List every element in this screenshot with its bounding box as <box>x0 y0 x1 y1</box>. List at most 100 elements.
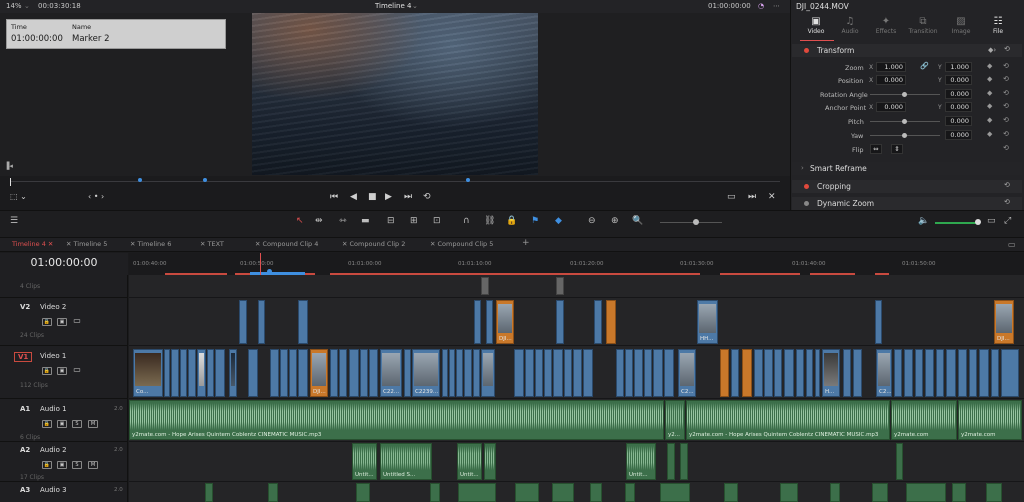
prev-edit-icon[interactable]: ⏭ <box>748 192 756 202</box>
video-clip[interactable] <box>815 349 820 397</box>
reset-icon[interactable]: ⟲ <box>1003 62 1009 70</box>
audio-clip[interactable] <box>830 483 840 502</box>
keyframe-icon[interactable]: ◆ <box>987 116 992 124</box>
video-clip[interactable] <box>653 349 663 397</box>
flip-vertical-icon[interactable]: ⇕ <box>891 144 903 154</box>
link-icon[interactable]: 🔗 <box>920 62 929 70</box>
lock-track-icon[interactable]: 🔒 <box>42 318 52 326</box>
video-clip[interactable] <box>369 349 378 397</box>
video-clip[interactable] <box>239 300 247 344</box>
video-clip[interactable] <box>1001 349 1019 397</box>
video-clip[interactable] <box>731 349 739 397</box>
lock-track-icon[interactable]: 🔒 <box>42 367 52 375</box>
auto-select-icon[interactable]: ▣ <box>57 318 67 326</box>
video-clip[interactable] <box>207 349 214 397</box>
a3-track-id[interactable]: A3 <box>20 486 30 494</box>
add-tab-button[interactable]: + <box>522 238 530 248</box>
position-x-field[interactable]: 0.000 <box>876 75 906 85</box>
dynamic-zoom-section-header[interactable]: Dynamic Zoom ⟲ <box>792 197 1022 210</box>
lock-track-icon[interactable]: 🔒 <box>42 461 52 469</box>
video-clip[interactable] <box>180 349 187 397</box>
video-clip[interactable] <box>544 349 552 397</box>
timeline-zoom-slider[interactable] <box>660 222 722 223</box>
dynamic-trim-icon[interactable]: ⇿ <box>339 216 347 226</box>
tab-compound-clip-5[interactable]: ✕ Compound Clip 5 <box>430 240 493 248</box>
video-clip[interactable] <box>456 349 463 397</box>
audio-clip[interactable] <box>780 483 798 502</box>
video-clip[interactable] <box>806 349 813 397</box>
video-clip[interactable] <box>564 349 572 397</box>
tab-transition[interactable]: ⧉ Transition <box>905 16 941 35</box>
video-clip[interactable] <box>248 349 258 397</box>
audio-clip[interactable] <box>430 483 440 502</box>
reset-icon[interactable]: ⟲ <box>1004 45 1010 53</box>
blade-tool-icon[interactable]: ▬ <box>361 216 370 226</box>
audio-clip[interactable]: Untit... <box>352 443 377 480</box>
video-clip[interactable] <box>474 300 481 344</box>
audio-clip[interactable] <box>590 483 602 502</box>
scrub-marker[interactable] <box>138 178 142 182</box>
rotation-field[interactable]: 0.000 <box>945 89 972 99</box>
enable-dot-icon[interactable] <box>804 184 809 189</box>
timeline-timecode[interactable]: 01:00:00:00 <box>0 256 128 269</box>
audio-meter-icon[interactable]: ▭ <box>987 216 996 226</box>
video-clip[interactable] <box>796 349 804 397</box>
play-icon[interactable]: ▶ <box>385 192 392 202</box>
yaw-slider-knob[interactable] <box>902 133 907 138</box>
v1-track-id[interactable]: V1 <box>14 352 33 362</box>
video-clip[interactable] <box>936 349 944 397</box>
video-clip[interactable] <box>330 349 338 397</box>
video-clip[interactable] <box>442 349 448 397</box>
video-clip[interactable] <box>215 349 225 397</box>
zoom-dropdown-icon[interactable]: ⌄ <box>24 2 30 10</box>
video-clip[interactable] <box>664 349 674 397</box>
keyframe-nav-icon[interactable]: ◆› <box>988 46 996 54</box>
zoom-level[interactable]: 14% <box>6 2 22 10</box>
video-clip[interactable] <box>915 349 923 397</box>
video-clip[interactable] <box>754 349 763 397</box>
video-clip[interactable]: DJI... <box>994 300 1014 344</box>
reset-icon[interactable]: ⟲ <box>1003 144 1009 152</box>
scrubber-track[interactable] <box>10 181 780 182</box>
reset-icon[interactable]: ⟲ <box>1004 181 1010 189</box>
video-clip[interactable] <box>843 349 851 397</box>
video-clip[interactable] <box>298 349 308 397</box>
chevron-right-icon[interactable]: › <box>801 164 804 172</box>
keyframe-icon[interactable]: ◆ <box>987 75 992 83</box>
match-frame-icon[interactable]: ▭ <box>727 192 736 202</box>
video-clip[interactable] <box>904 349 913 397</box>
go-to-start-icon[interactable]: ⏮ <box>330 192 338 202</box>
yaw-field[interactable]: 0.000 <box>945 130 972 140</box>
smart-reframe-section-header[interactable]: › Smart Reframe <box>792 162 1022 175</box>
tab-file[interactable]: ☷ File <box>980 16 1016 35</box>
disable-video-icon[interactable]: ▭ <box>72 366 82 375</box>
video-clip[interactable]: H... <box>822 349 840 397</box>
auto-select-icon[interactable]: ▣ <box>57 420 67 428</box>
keyframe-icon[interactable]: ◆ <box>987 130 992 138</box>
zoom-custom-icon[interactable]: 🔍 <box>632 216 643 226</box>
video-clip[interactable] <box>784 349 794 397</box>
video-clip[interactable] <box>556 277 564 295</box>
viewer-mode-icon[interactable]: ⬚ ⌄ <box>10 192 27 201</box>
video-clip[interactable] <box>594 300 602 344</box>
audio-clip[interactable] <box>484 443 496 480</box>
video-clip[interactable] <box>339 349 347 397</box>
position-y-field[interactable]: 0.000 <box>945 75 972 85</box>
video-clip[interactable] <box>606 300 616 344</box>
video-clip[interactable] <box>764 349 773 397</box>
audio-clip[interactable]: y2mate.com - Hope Arises Quintem Coblent… <box>686 400 890 440</box>
keyframe-icon[interactable]: ◆ <box>987 102 992 110</box>
audio-clip[interactable]: y2mate.com <box>891 400 957 440</box>
fullscreen-icon[interactable]: ⤢ <box>1004 216 1011 226</box>
video-preview-frame[interactable] <box>252 13 538 175</box>
audio-clip[interactable] <box>205 483 213 502</box>
zoom-detail-icon[interactable]: ⊕ <box>611 216 619 226</box>
viewer-scrubber[interactable] <box>0 176 790 188</box>
video-clip[interactable]: Co... <box>133 349 163 397</box>
jog-control-icon[interactable]: ‹ • › <box>88 192 104 201</box>
audio-clip[interactable]: Untitled S... <box>380 443 432 480</box>
video-clip[interactable] <box>583 349 593 397</box>
audio-clip[interactable] <box>356 483 370 502</box>
zoom-y-field[interactable]: 1.000 <box>945 62 972 72</box>
video-clip[interactable] <box>481 349 495 397</box>
